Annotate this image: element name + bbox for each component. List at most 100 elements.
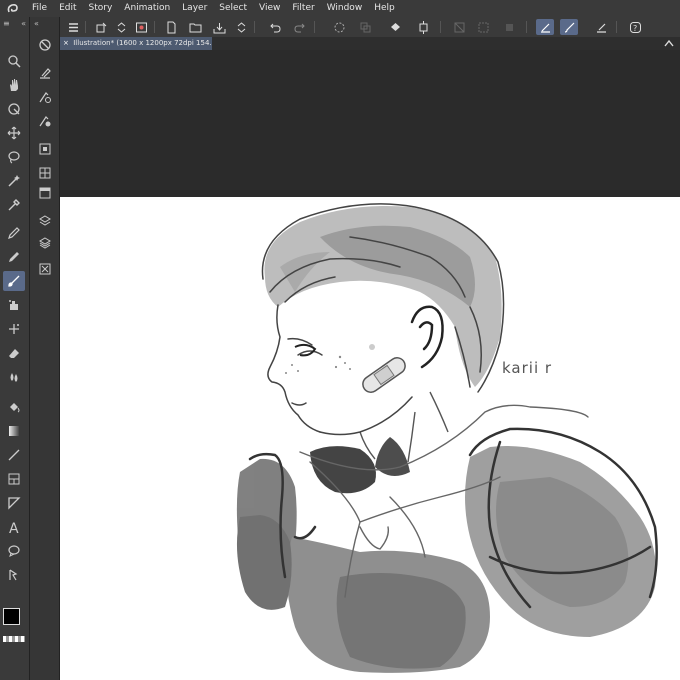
menu-view[interactable]: View [253,0,286,17]
menu-window[interactable]: Window [321,0,369,17]
strip-button-layer-settings[interactable] [34,87,56,107]
redo-button[interactable] [290,19,308,35]
strip-button-reference-layer[interactable] [34,139,56,159]
menu-story[interactable]: Story [83,0,119,17]
drawing-canvas[interactable]: karii r [60,197,680,680]
main-color-swatch[interactable] [3,608,20,625]
copy-button[interactable] [356,19,374,35]
blend-icon [10,373,18,382]
strip-button-layer-palette[interactable] [34,183,56,203]
brush-tool[interactable] [3,271,25,291]
snap-ruler-button[interactable] [536,19,554,35]
close-layer-icon [39,263,51,275]
view-button[interactable] [132,19,150,35]
blend-tool[interactable] [3,367,25,387]
separator [154,21,155,33]
hamburger-menu-button[interactable] [64,19,82,35]
pencil-tool[interactable] [3,247,25,267]
pen-tool[interactable] [3,223,25,243]
snap-grid-button[interactable] [592,19,610,35]
strip-button-layer-select[interactable] [34,63,56,83]
canvas-workspace: karii r [60,50,680,680]
transform-button[interactable] [414,19,432,35]
fill-button[interactable] [386,19,404,35]
spinner-icon [334,22,344,32]
menu-filter[interactable]: Filter [286,0,320,17]
zoom-tool[interactable] [3,51,25,71]
brush-icon [8,275,20,287]
transparent-color-swatch[interactable] [3,636,25,642]
new-button[interactable] [92,19,110,35]
freckles [285,344,375,374]
snap-brush-button[interactable] [560,19,578,35]
pencil-icon [9,252,19,262]
collapse-panel-icon[interactable] [664,39,674,48]
zoom-icon [8,55,21,68]
hair [264,206,502,387]
collapse-icon[interactable]: « [21,19,26,28]
copy-icon [360,22,370,32]
gradient-tool[interactable] [3,421,25,441]
eye-icon [135,22,147,32]
fill-tool[interactable] [3,397,25,417]
correct-line-tool[interactable] [3,565,25,585]
menu-layer[interactable]: Layer [176,0,213,17]
frame-border-tool[interactable] [3,469,25,489]
hand-tool[interactable] [3,75,25,95]
loading-button[interactable] [330,19,348,35]
illustration-artwork [236,203,658,673]
menu-animation[interactable]: Animation [118,0,176,17]
fill-icon [390,22,400,31]
menu-help[interactable]: Help [368,0,401,17]
rotate-tool[interactable] [3,99,25,119]
new-file-icon [167,21,175,33]
square-icon [505,23,513,31]
gradient-icon [9,426,19,436]
menu-file[interactable]: File [26,0,53,17]
new-file-button[interactable] [162,19,180,35]
collapse-icon[interactable]: « [34,19,39,28]
clip-studio-logo-icon[interactable] [0,0,26,17]
balloon-icon [8,545,20,557]
decoration-tool[interactable] [3,319,25,339]
palette-menu-icon[interactable]: ≡ [3,19,10,28]
magic-wand-tool[interactable] [3,171,25,191]
separator [526,21,527,33]
balloon-tool[interactable] [3,541,25,561]
eraser-tool[interactable] [3,343,25,363]
ai-icon [39,39,51,51]
stepper-button[interactable] [112,19,130,35]
menu-select[interactable]: Select [213,0,253,17]
save-icon [213,22,225,33]
help-button[interactable]: ? [626,19,644,35]
select-icon [478,22,488,32]
snap-ruler-icon [540,23,550,33]
strip-button-close-layer[interactable] [34,259,56,279]
move-tool[interactable] [3,123,25,143]
strip-button-stack[interactable] [34,211,56,231]
tab-illustration[interactable]: × Illustration* (1600 x 1200px 72dpi 154… [60,37,212,50]
separator [440,21,441,33]
strip-button-layers[interactable] [34,233,56,253]
move-icon [7,126,21,140]
save-button[interactable] [210,19,228,35]
undo-button[interactable] [266,19,284,35]
stepper-button-2[interactable] [232,19,250,35]
figure-tool[interactable] [3,445,25,465]
strip-button-draft-layer[interactable] [34,163,56,183]
strip-button-ai[interactable] [34,35,56,55]
clear-button[interactable] [450,19,468,35]
ruler-tool[interactable] [3,493,25,513]
lasso-select-tool[interactable] [3,147,25,167]
eyedropper-tool[interactable] [3,195,25,215]
menu-edit[interactable]: Edit [53,0,82,17]
menu-bar: File Edit Story Animation Layer Select V… [0,0,680,17]
separator [85,21,86,33]
strip-button-layer-mask[interactable] [34,111,56,131]
airbrush-tool[interactable] [3,295,25,315]
close-tab-icon[interactable]: × [63,37,71,50]
select-all-button[interactable] [474,19,492,35]
open-button[interactable] [186,19,204,35]
deselect-button[interactable] [500,19,518,35]
text-tool[interactable]: A [3,517,25,537]
